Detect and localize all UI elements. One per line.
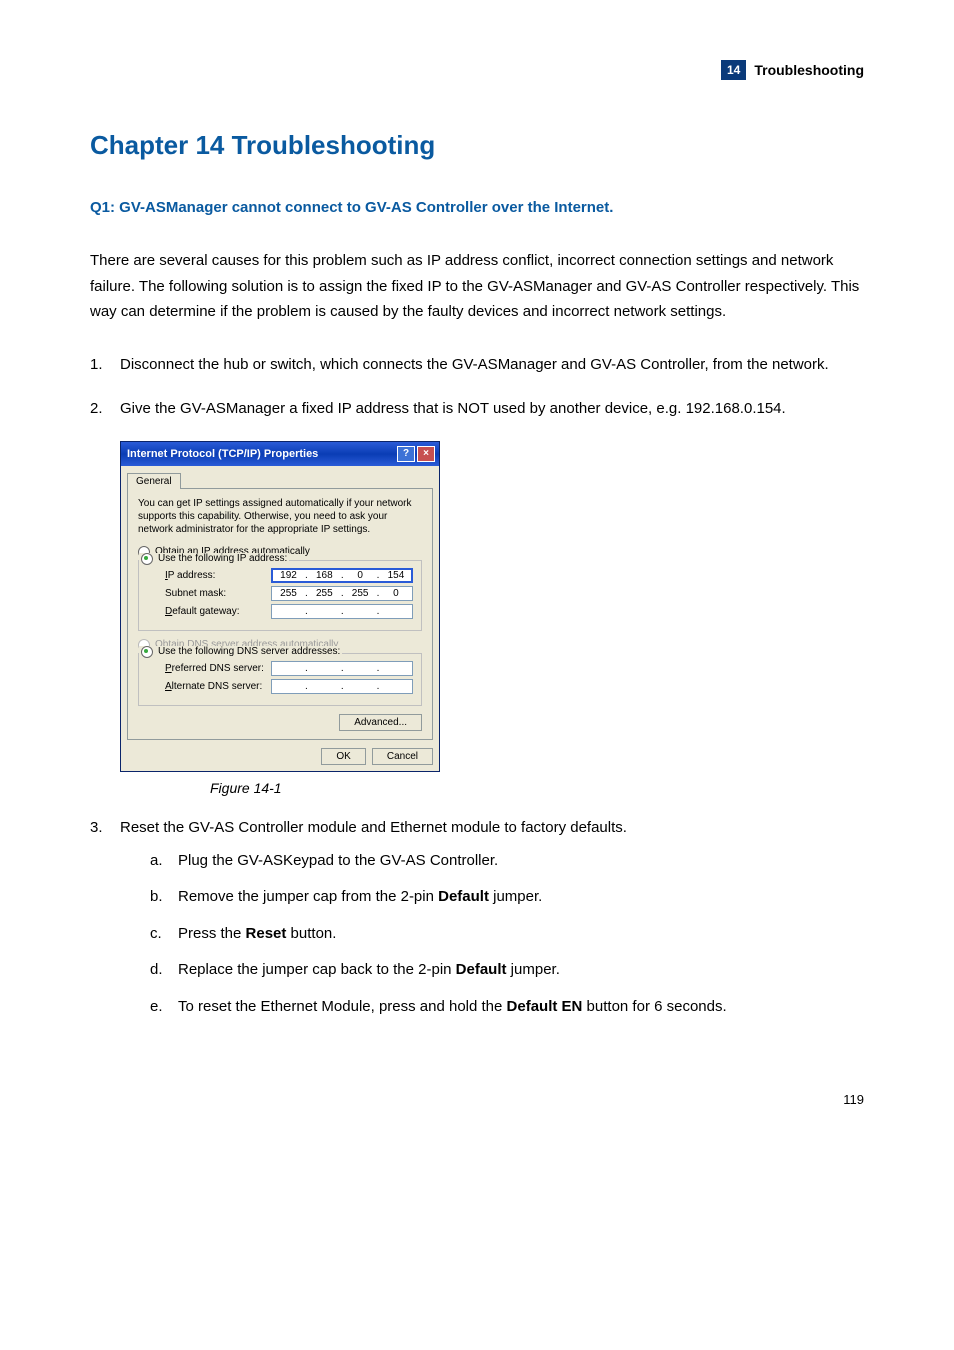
dialog-title: Internet Protocol (TCP/IP) Properties (127, 448, 318, 460)
step-2: 2. Give the GV-ASManager a fixed IP addr… (90, 397, 864, 421)
chapter-title: Chapter 14 Troubleshooting (90, 130, 864, 161)
substep-letter: c. (150, 923, 178, 946)
preferred-dns-input[interactable]: . . . (271, 661, 413, 676)
substep-text: Plug the GV-ASKeypad to the GV-AS Contro… (178, 850, 498, 873)
page-header: 14 Troubleshooting (90, 60, 864, 80)
substep-b: b. Remove the jumper cap from the 2-pin … (150, 886, 864, 909)
ip-seg[interactable]: 255 (310, 588, 338, 599)
alternate-dns-input[interactable]: . . . (271, 679, 413, 694)
step-text: Give the GV-ASManager a fixed IP address… (120, 397, 864, 421)
step-1: 1. Disconnect the hub or switch, which c… (90, 353, 864, 377)
ip-seg[interactable]: 255 (346, 588, 374, 599)
step-number: 3. (90, 816, 120, 1033)
radio-use-dns[interactable] (141, 646, 153, 658)
ip-seg[interactable]: 154 (382, 570, 410, 581)
ok-button[interactable]: OK (321, 748, 365, 765)
substep-text: Replace the jumper cap back to the 2-pin… (178, 959, 560, 982)
label-preferred-dns: Preferred DNS server: (165, 663, 271, 674)
gateway-input[interactable]: . . . (271, 604, 413, 619)
step-text: Disconnect the hub or switch, which conn… (120, 353, 864, 377)
chapter-header-label: Troubleshooting (754, 62, 864, 78)
dialog-figure: Internet Protocol (TCP/IP) Properties ? … (120, 441, 864, 772)
substep-a: a. Plug the GV-ASKeypad to the GV-AS Con… (150, 850, 864, 873)
cancel-button[interactable]: Cancel (372, 748, 433, 765)
help-icon[interactable]: ? (397, 446, 415, 462)
step-number: 1. (90, 353, 120, 377)
substep-letter: d. (150, 959, 178, 982)
ip-seg[interactable]: 0 (382, 588, 410, 599)
ip-seg[interactable]: 168 (310, 570, 338, 581)
substep-e: e. To reset the Ethernet Module, press a… (150, 996, 864, 1019)
advanced-button[interactable]: Advanced... (339, 714, 422, 731)
step-3: 3. Reset the GV-AS Controller module and… (90, 816, 864, 1033)
question-title: Q1: GV-ASManager cannot connect to GV-AS… (90, 199, 864, 216)
substep-letter: b. (150, 886, 178, 909)
label-gateway: Default gateway: (165, 606, 271, 617)
tcpip-properties-dialog: Internet Protocol (TCP/IP) Properties ? … (120, 441, 440, 772)
label-ip-address: IP address: (165, 570, 271, 581)
substep-c: c. Press the Reset button. (150, 923, 864, 946)
substep-text: Remove the jumper cap from the 2-pin Def… (178, 886, 542, 909)
step-text: Reset the GV-AS Controller module and Et… (120, 816, 864, 840)
radio-use-ip-label: Use the following IP address: (158, 553, 287, 564)
subnet-input[interactable]: 255. 255. 255. 0 (271, 586, 413, 601)
substep-text: To reset the Ethernet Module, press and … (178, 996, 727, 1019)
page-number: 119 (90, 1092, 864, 1107)
close-icon[interactable]: × (417, 446, 435, 462)
ip-address-input[interactable]: 192. 168. 0. 154 (271, 568, 413, 583)
ip-seg[interactable]: 192 (274, 570, 302, 581)
substep-letter: a. (150, 850, 178, 873)
label-alternate-dns: Alternate DNS server: (165, 681, 271, 692)
label-subnet: Subnet mask: (165, 588, 271, 599)
substep-d: d. Replace the jumper cap back to the 2-… (150, 959, 864, 982)
chapter-number-badge: 14 (721, 60, 746, 80)
intro-paragraph: There are several causes for this proble… (90, 248, 864, 325)
substep-letter: e. (150, 996, 178, 1019)
tab-general[interactable]: General (127, 473, 181, 489)
radio-use-dns-label: Use the following DNS server addresses: (158, 646, 340, 657)
ip-seg[interactable]: 0 (346, 570, 374, 581)
figure-caption: Figure 14-1 (210, 780, 864, 796)
ip-seg[interactable]: 255 (274, 588, 302, 599)
radio-use-ip[interactable] (141, 553, 153, 565)
substep-text: Press the Reset button. (178, 923, 336, 946)
dialog-titlebar: Internet Protocol (TCP/IP) Properties ? … (121, 442, 439, 466)
step-number: 2. (90, 397, 120, 421)
dialog-description: You can get IP settings assigned automat… (138, 497, 422, 536)
